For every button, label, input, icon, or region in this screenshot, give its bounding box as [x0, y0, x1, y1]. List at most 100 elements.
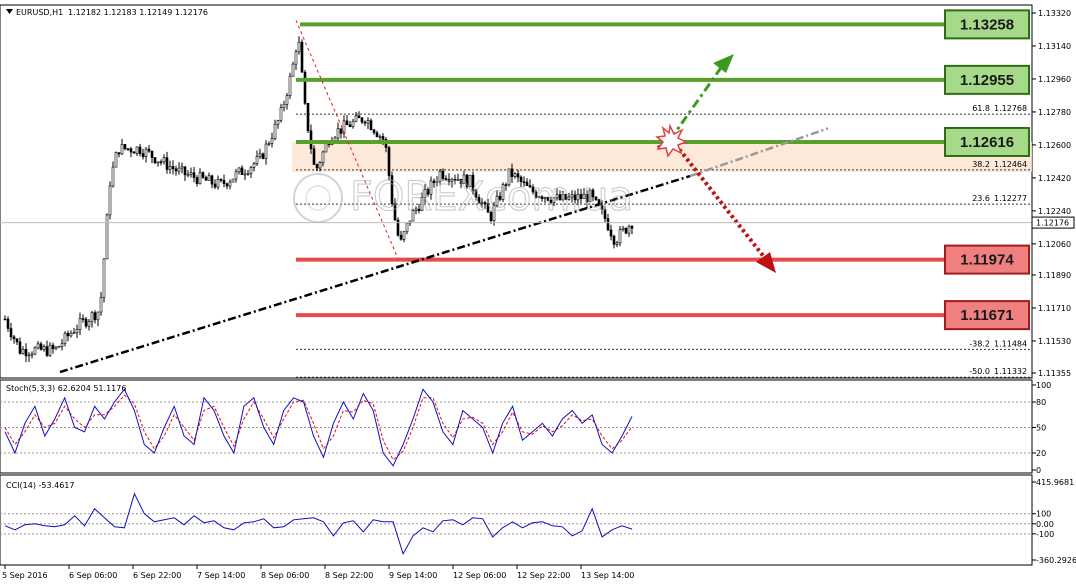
candle-body — [72, 332, 76, 334]
candle-body — [48, 344, 52, 356]
candle-body — [339, 128, 343, 134]
candle-body — [210, 175, 214, 185]
candle-body — [258, 153, 262, 157]
candle-body — [294, 51, 298, 65]
candle-body — [87, 321, 91, 327]
candle-body — [198, 172, 202, 184]
time-tick-label: 6 Sep 06:00 — [69, 571, 117, 580]
candle-body — [609, 229, 613, 237]
stoch-tick-label: 80 — [1036, 398, 1046, 407]
candle-body — [240, 167, 244, 175]
candle-body — [9, 328, 13, 338]
candle-body — [261, 153, 265, 159]
candle-body — [270, 138, 274, 144]
chart-canvas: FOREXcom.ua 1.13258 1.12955 1.12616 1.11974… — [0, 0, 1076, 587]
stoch-tick-label: 100 — [1036, 381, 1051, 390]
symbol-label: EURUSD,H1 — [16, 8, 63, 17]
fib-level-ratio: 23.6 — [972, 194, 990, 203]
candle-body — [219, 179, 223, 181]
candle-body — [372, 129, 376, 134]
price-tick-label: 1.11890 — [1038, 271, 1071, 280]
candle-body — [300, 41, 304, 73]
price-tick-label: 1.12060 — [1038, 240, 1071, 249]
candle-body — [381, 136, 385, 140]
candle-body — [66, 332, 70, 337]
cci-tick-label: 0.00 — [1036, 520, 1054, 529]
candle-body — [57, 346, 61, 348]
candle-body — [402, 231, 406, 240]
candle-body — [111, 166, 115, 187]
candle-body — [78, 318, 82, 330]
candle-body — [150, 150, 154, 158]
candle-body — [249, 167, 253, 174]
price-tick-label: 1.12780 — [1038, 108, 1071, 117]
cci-tick-label: 100 — [1036, 510, 1051, 519]
time-tick-label: 12 Sep 06:00 — [453, 571, 506, 580]
candle-body — [45, 346, 49, 356]
candle-body — [375, 132, 379, 137]
candle-body — [132, 151, 136, 154]
candle-body — [192, 172, 196, 178]
candle-body — [129, 148, 133, 153]
candle-body — [363, 121, 367, 124]
candle-body — [6, 318, 10, 329]
candle-body — [366, 120, 370, 124]
candle-body — [303, 71, 307, 104]
candle-body — [69, 332, 73, 337]
candle-body — [174, 168, 178, 172]
time-tick-label: 6 Sep 22:00 — [133, 571, 181, 580]
candle-body — [39, 343, 43, 350]
candle-body — [180, 166, 184, 169]
candle-body — [615, 242, 619, 245]
candle-body — [255, 156, 259, 164]
candle-body — [387, 147, 391, 176]
candle-body — [621, 227, 625, 230]
candle-body — [120, 144, 124, 155]
candle-body — [360, 117, 364, 123]
candle-body — [108, 185, 112, 216]
candle-body — [18, 341, 22, 354]
candle-body — [324, 143, 328, 153]
candle-body — [114, 152, 118, 168]
fib-level-price: 1.12277 — [994, 194, 1027, 203]
candle-body — [297, 41, 301, 53]
candle-body — [348, 124, 352, 128]
candle-body — [201, 172, 205, 178]
fib-level-ratio: -38.2 — [969, 339, 990, 348]
price-tick-label: 1.11355 — [1038, 369, 1071, 378]
price-pane: FOREXcom.ua 1.13258 1.12955 1.12616 1.11974… — [0, 4, 1075, 379]
candle-body — [36, 343, 40, 349]
candle-body — [12, 336, 16, 340]
candle-body — [378, 136, 382, 138]
price-tick-label: 1.12240 — [1038, 207, 1071, 216]
fib-level-price: 1.12464 — [994, 160, 1027, 169]
candle-body — [75, 329, 79, 333]
fib-level-ratio: -50.0 — [969, 367, 990, 376]
candle-body — [207, 175, 211, 181]
svg-text:FOREXcom.ua: FOREXcom.ua — [350, 174, 633, 220]
time-tick-label: 8 Sep 06:00 — [261, 571, 309, 580]
time-tick-label: 8 Sep 22:00 — [325, 571, 373, 580]
candle-body — [312, 148, 316, 165]
cci-tick-label: -100 — [1036, 530, 1054, 539]
candle-body — [369, 120, 373, 131]
candle-body — [237, 167, 241, 173]
candle-body — [24, 349, 28, 357]
candle-body — [276, 120, 280, 125]
candle-body — [189, 172, 193, 175]
candle-body — [27, 354, 31, 357]
candle-body — [123, 144, 127, 149]
candle-body — [630, 226, 634, 229]
candle-body — [225, 183, 229, 187]
candle-body — [606, 218, 610, 231]
price-tick-label: 1.12600 — [1038, 141, 1071, 150]
candle-body — [162, 157, 166, 163]
candle-body — [156, 161, 160, 164]
candle-body — [336, 128, 340, 139]
candle-body — [279, 107, 283, 121]
price-tick-label: 1.11530 — [1038, 337, 1071, 346]
candle-body — [627, 226, 631, 234]
cci-pane-frame — [0, 474, 1033, 566]
candle-body — [144, 148, 148, 157]
candle-body — [186, 173, 190, 176]
